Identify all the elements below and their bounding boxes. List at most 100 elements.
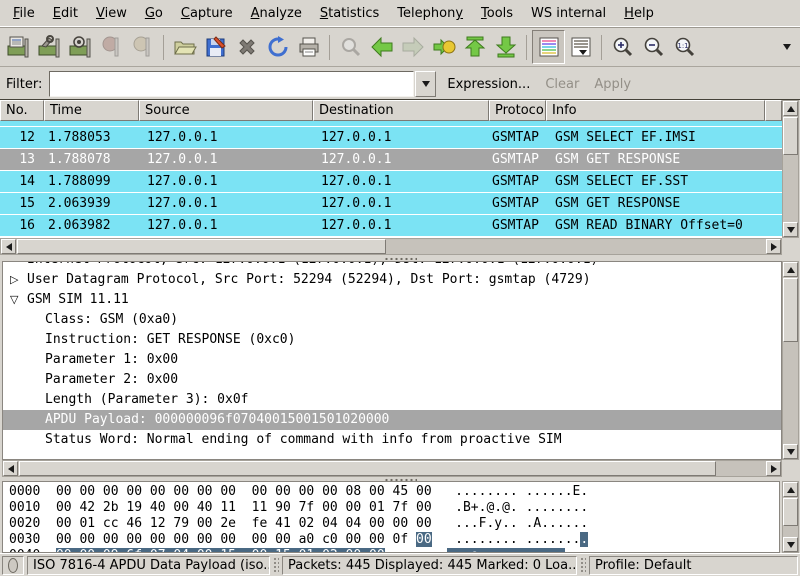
capture-restart-button[interactable] [127,31,158,63]
scroll-button[interactable] [3,461,18,476]
zoom-actual-button[interactable]: 1:1 [669,31,700,63]
detail-line-4[interactable]: Parameter 1: 0x00 [3,350,781,370]
details-hscrollbar[interactable] [2,460,782,477]
column-header-source[interactable]: Source [139,100,313,121]
scroll-button[interactable] [766,461,781,476]
go-to-bottom-button[interactable] [490,31,521,63]
scroll-button[interactable] [783,101,798,116]
statusbar-grip[interactable] [273,557,279,573]
detail-line-1[interactable]: ▽GSM SIM 11.11 [3,290,781,310]
list-interfaces-button[interactable] [3,31,34,63]
zoom-out-button[interactable] [638,31,669,63]
expression-button[interactable]: Expression... [443,77,534,92]
detail-line-7[interactable]: APDU Payload: 000000096f0704001500150102… [3,410,781,430]
go-to-top-button[interactable] [459,31,490,63]
column-header-info[interactable]: Info [546,100,765,121]
menu-tools[interactable]: Tools [472,2,522,25]
scroll-button[interactable] [783,222,798,237]
print-button[interactable] [293,31,324,63]
capture-start-button[interactable] [65,31,96,63]
detail-line-5[interactable]: Parameter 2: 0x00 [3,370,781,390]
filter-input[interactable] [49,71,414,97]
menu-view[interactable]: View [87,2,136,25]
menu-analyze[interactable]: Analyze [242,2,311,25]
menu-ws-internal[interactable]: WS internal [522,2,615,25]
expander-open-icon[interactable]: ▽ [10,290,18,310]
scroll-button[interactable] [783,262,798,277]
reload-button[interactable] [262,31,293,63]
column-header-no[interactable]: No. [0,100,44,121]
find-button[interactable] [335,31,366,63]
expander-closed-icon[interactable]: ▷ [10,270,18,290]
menu-capture[interactable]: Capture [172,2,242,25]
cell-info: GSM SELECT EF.IMSI [546,127,782,148]
scroll-thumb[interactable] [19,461,716,476]
go-to-packet-button[interactable] [428,31,459,63]
toolbar-overflow-button[interactable] [777,31,797,63]
column-header-protocol[interactable]: Protocol [489,100,546,121]
scroll-thumb[interactable] [783,117,798,155]
scroll-button[interactable] [1,239,16,254]
detail-line-3[interactable]: Instruction: GET RESPONSE (0xc0) [3,330,781,350]
packet-row-14[interactable]: 141.788099127.0.0.1127.0.0.1GSMTAPGSM SE… [0,171,782,193]
cell-pro: GSMTAP [489,149,546,170]
status-bar: ISO 7816-4 APDU Data Payload (iso... Pac… [0,553,800,576]
packet-list-hscrollbar[interactable] [0,238,782,255]
detail-line-8[interactable]: Status Word: Normal ending of command wi… [3,430,781,450]
cell-time: 2.063939 [44,193,139,214]
scroll-button[interactable] [783,482,798,497]
colorize-button[interactable] [532,30,565,64]
scroll-arrow-icon [787,227,795,237]
go-forward-button[interactable] [397,31,428,63]
detail-line-2[interactable]: Class: GSM (0xa0) [3,310,781,330]
capture-stop-button[interactable] [96,31,127,63]
auto-scroll-button[interactable] [565,31,596,63]
cell-dst: 127.0.0.1 [313,193,489,214]
details-vscrollbar[interactable] [782,261,799,460]
statusbar-grip[interactable] [580,557,586,573]
column-header-destination[interactable]: Destination [313,100,489,121]
hex-row-0030[interactable]: 0030 00 00 00 00 00 00 00 00 00 00 a0 c0… [9,532,779,548]
detail-line-clipped[interactable]: Internet Protocol, Src: 127.0.0.1 (127.0… [3,262,781,270]
cell-pro: GSMTAP [489,171,546,192]
save-file-button[interactable] [200,31,231,63]
scroll-button[interactable] [766,239,781,254]
scroll-button[interactable] [783,537,798,552]
scroll-thumb[interactable] [783,278,798,342]
packet-row-16[interactable]: 162.063982127.0.0.1127.0.0.1GSMTAPGSM RE… [0,215,782,237]
menu-edit[interactable]: Edit [44,2,87,25]
packet-row-15[interactable]: 152.063939127.0.0.1127.0.0.1GSMTAPGSM GE… [0,193,782,215]
clear-button[interactable]: Clear [541,77,583,92]
hex-row-0010[interactable]: 0010 00 42 2b 19 40 00 40 11 11 90 7f 00… [9,500,779,516]
scroll-thumb[interactable] [17,239,386,254]
menu-help[interactable]: Help [615,2,663,25]
menu-statistics[interactable]: Statistics [311,2,388,25]
detail-line-0[interactable]: ▷User Datagram Protocol, Src Port: 52294… [3,270,781,290]
packet-row-12[interactable]: 121.788053127.0.0.1127.0.0.1GSMTAPGSM SE… [0,127,782,149]
filter-dropdown-button[interactable] [415,71,436,97]
column-header-time[interactable]: Time [44,100,139,121]
detail-line-6[interactable]: Length (Parameter 3): 0x0f [3,390,781,410]
packet-list-vscrollbar[interactable] [782,100,799,238]
capture-options-button[interactable] [34,31,65,63]
open-file-button[interactable] [169,31,200,63]
apply-button[interactable]: Apply [590,77,635,92]
expert-info-indicator[interactable] [2,556,24,575]
menu-go[interactable]: Go [136,2,172,25]
hex-vscrollbar[interactable] [782,481,799,553]
scrollbar-corner [782,238,799,255]
toolbar-separator [163,35,164,60]
packet-row-13[interactable]: 131.788078127.0.0.1127.0.0.1GSMTAPGSM GE… [0,149,782,171]
packets-status-text: Packets: 445 Displayed: 445 Marked: 0 Lo… [282,556,577,575]
menu-telephony[interactable]: Telephony [388,2,472,25]
scroll-thumb[interactable] [783,498,798,526]
close-file-button[interactable] [231,31,262,63]
zoom-in-button[interactable] [607,31,638,63]
hex-row-0000[interactable]: 0000 00 00 00 00 00 00 00 00 00 00 00 00… [9,484,779,500]
scroll-arrow-icon [771,465,781,473]
menu-file[interactable]: File [4,2,44,25]
scroll-button[interactable] [783,444,798,459]
go-back-button[interactable] [366,31,397,63]
hex-bytes: 00 00 00 00 00 00 00 00 00 00 00 00 08 0… [56,484,432,499]
hex-row-0020[interactable]: 0020 00 01 cc 46 12 79 00 2e fe 41 02 04… [9,516,779,532]
